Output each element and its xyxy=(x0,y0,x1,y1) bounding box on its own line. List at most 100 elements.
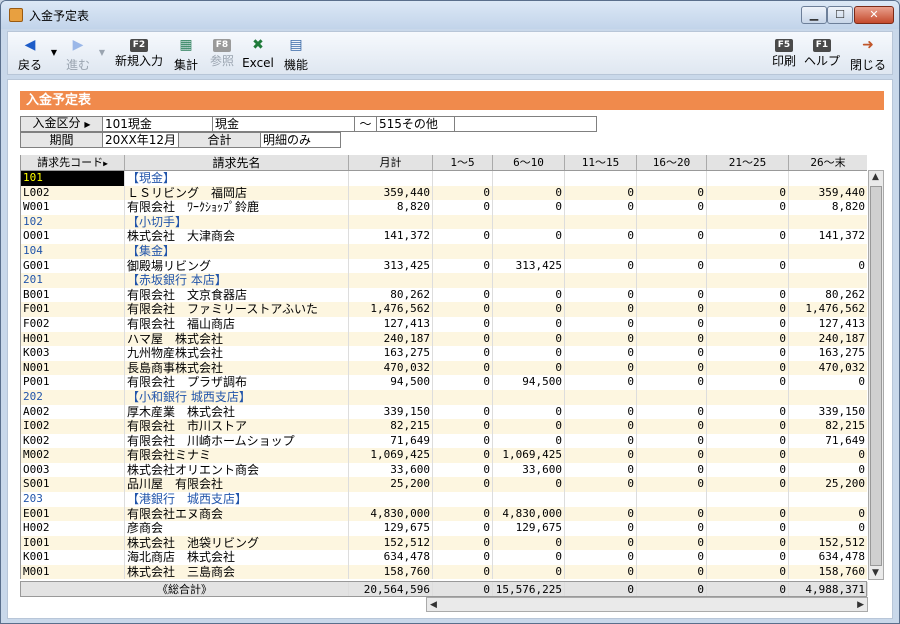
row-value: 0 xyxy=(637,550,707,566)
column-header[interactable]: 1～5 xyxy=(433,155,493,170)
kubun-label[interactable]: 入金区分 ▶ xyxy=(20,116,103,132)
table-row[interactable]: I002 有限会社 市川ストア 82,215 0 0 0 0 0 82,215 xyxy=(21,419,867,434)
row-value: 163,275 xyxy=(789,346,867,361)
group-row[interactable]: 203 【港銀行 城西支店】 xyxy=(21,492,867,507)
table-row[interactable]: I001 株式会社 池袋リビング 152,512 0 0 0 0 0 152,512 xyxy=(21,535,867,551)
table-row[interactable]: S001 品川屋 有限会社 25,200 0 0 0 0 0 25,200 xyxy=(21,477,867,493)
row-value xyxy=(493,243,565,259)
table-row[interactable]: M001 株式会社 三島商会 158,760 0 0 0 0 0 158,760 xyxy=(21,565,867,579)
print-button[interactable]: F5 印刷 xyxy=(768,35,800,69)
column-header[interactable]: 26～末 xyxy=(789,155,867,170)
row-value: 0 xyxy=(433,200,493,215)
column-header[interactable]: 21～25 xyxy=(707,155,789,170)
group-row[interactable]: 201 【赤坂銀行 本店】 xyxy=(21,273,867,288)
table-row[interactable]: H002 彦商会 129,675 0 129,675 0 0 0 0 xyxy=(21,521,867,536)
table-row[interactable]: O003 株式会社オリエント商会 33,600 0 33,600 0 0 0 0 xyxy=(21,462,867,478)
table-row[interactable]: K002 有限会社 川崎ホームショップ 71,649 0 0 0 0 0 71,649 xyxy=(21,433,867,449)
total-option-field[interactable]: 明細のみ xyxy=(259,132,341,148)
report-panel: 入金予定表 入金区分 ▶ 101現金 現金 ～ 515その他 期間 20XX年1… xyxy=(7,79,893,619)
back-button[interactable]: ◀ 戻る xyxy=(12,35,48,73)
to-kubun-field[interactable]: 515その他 xyxy=(376,116,455,132)
row-value: 0 xyxy=(637,404,707,420)
row-value: 0 xyxy=(493,331,565,347)
scroll-down-icon[interactable]: ▼ xyxy=(872,568,879,578)
row-value: 0 xyxy=(565,462,637,478)
row-value: 71,649 xyxy=(349,433,433,449)
table-row[interactable]: M002 有限会社ミナミ 1,069,425 0 1,069,425 0 0 0 0 xyxy=(21,448,867,463)
row-value: 82,215 xyxy=(789,419,867,434)
row-value xyxy=(349,243,433,259)
row-value: 0 xyxy=(707,550,789,566)
column-header[interactable]: 16～20 xyxy=(637,155,707,170)
window-title: 入金予定表 xyxy=(29,9,90,23)
scroll-right-icon[interactable]: ▶ xyxy=(857,600,864,610)
function-button[interactable]: ▤ 機能 xyxy=(280,35,312,73)
minimize-button[interactable]: ▁ xyxy=(801,6,827,24)
row-code: O003 xyxy=(21,462,125,478)
row-name: 御殿場リビング xyxy=(125,258,349,274)
reference-button[interactable]: F8 参照 xyxy=(206,35,238,69)
table-row[interactable]: F001 有限会社 ファミリーストアふいた 1,476,562 0 0 0 0 0 1,476,… xyxy=(21,302,867,317)
table-row[interactable]: E001 有限会社エヌ商会 4,830,000 0 4,830,000 0 0 0 0 xyxy=(21,506,867,522)
table-row[interactable]: K003 九州物産株式会社 163,275 0 0 0 0 0 163,275 xyxy=(21,346,867,361)
new-entry-button[interactable]: F2 新規入力 xyxy=(112,35,166,69)
table-row[interactable]: B001 有限会社 文京食器店 80,262 0 0 0 0 0 80,262 xyxy=(21,287,867,303)
vertical-scrollbar[interactable]: ▲ ▼ xyxy=(868,170,884,580)
row-name: 長島商事株式会社 xyxy=(125,360,349,376)
table-row[interactable]: K001 海北商店 株式会社 634,478 0 0 0 0 0 634,478 xyxy=(21,550,867,566)
table-row[interactable]: G001 御殿場リビング 313,425 0 313,425 0 0 0 0 xyxy=(21,258,867,274)
excel-button[interactable]: ✖ Excel xyxy=(240,35,276,70)
close-button[interactable]: ➜ 閉じる xyxy=(848,35,888,73)
group-row[interactable]: 102 【小切手】 xyxy=(21,214,867,230)
table-row[interactable]: F002 有限会社 福山商店 127,413 0 0 0 0 0 127,413 xyxy=(21,316,867,332)
forward-button[interactable]: ▶ 進む xyxy=(60,35,96,73)
close-window-button[interactable]: ✕ xyxy=(854,6,894,24)
period-field[interactable]: 20XX年12月 xyxy=(102,132,179,148)
vertical-scroll-thumb[interactable] xyxy=(870,186,882,566)
row-value: 470,032 xyxy=(789,361,867,376)
table-row[interactable]: O001 株式会社 大津商会 141,372 0 0 0 0 0 141,372 xyxy=(21,229,867,244)
row-value: 0 xyxy=(493,360,565,376)
row-value: 129,675 xyxy=(493,521,565,536)
table-row[interactable]: A002 厚木産業 株式会社 339,150 0 0 0 0 0 339,150 xyxy=(21,404,867,420)
to-kubun-name xyxy=(454,116,597,132)
table-row[interactable]: W001 有限会社 ﾜｰｸｼｮｯﾌﾟ鈴鹿 8,820 0 0 0 0 0 8,820 xyxy=(21,200,867,215)
table-row[interactable]: L002 ＬＳリビング 福岡店 359,440 0 0 0 0 0 359,440 xyxy=(21,185,867,201)
group-row[interactable]: 101 【現金】 xyxy=(21,171,867,186)
column-header[interactable]: 月計 xyxy=(349,155,433,170)
row-value: 33,600 xyxy=(349,462,433,478)
row-value xyxy=(637,171,707,186)
row-value: 0 xyxy=(707,404,789,420)
row-name: 【港銀行 城西支店】 xyxy=(125,492,349,507)
column-header[interactable]: 請求先コード▶ xyxy=(21,155,125,170)
maximize-button[interactable]: ☐ xyxy=(827,6,853,24)
aggregate-button[interactable]: ▦ 集計 xyxy=(170,35,202,73)
row-value xyxy=(789,390,867,405)
column-header[interactable]: 請求先名 xyxy=(125,155,349,170)
row-value: 25,200 xyxy=(349,477,433,493)
column-header[interactable]: 6～10 xyxy=(493,155,565,170)
group-row[interactable]: 104 【集金】 xyxy=(21,243,867,259)
scroll-up-icon[interactable]: ▲ xyxy=(872,172,879,182)
title-bar: 入金予定表 ▁ ☐ ✕ xyxy=(1,1,899,29)
row-name: 有限会社 文京食器店 xyxy=(125,287,349,303)
table-row[interactable]: N001 長島商事株式会社 470,032 0 0 0 0 0 470,032 xyxy=(21,360,867,376)
horizontal-scrollbar[interactable]: ◀ ▶ xyxy=(426,597,868,612)
forward-dropdown-icon[interactable]: ▼ xyxy=(96,48,108,57)
row-value: 470,032 xyxy=(349,360,433,376)
group-row[interactable]: 202 【小和銀行 城西支店】 xyxy=(21,389,867,405)
table-row[interactable]: H001 ハマ屋 株式会社 240,187 0 0 0 0 0 240,187 xyxy=(21,331,867,347)
help-button[interactable]: F1 ヘルプ xyxy=(802,35,842,69)
row-value: 0 xyxy=(565,419,637,434)
scroll-left-icon[interactable]: ◀ xyxy=(430,600,437,610)
from-kubun-field[interactable]: 101現金 xyxy=(102,116,213,132)
row-value: 0 xyxy=(789,507,867,522)
row-value: 0 xyxy=(565,375,637,390)
row-name: 【小切手】 xyxy=(125,214,349,230)
row-value: 80,262 xyxy=(349,287,433,303)
row-code: E001 xyxy=(21,506,125,522)
row-value: 0 xyxy=(433,419,493,434)
back-dropdown-icon[interactable]: ▼ xyxy=(48,48,60,57)
column-header[interactable]: 11～15 xyxy=(565,155,637,170)
table-row[interactable]: P001 有限会社 プラザ調布 94,500 0 94,500 0 0 0 0 xyxy=(21,375,867,390)
